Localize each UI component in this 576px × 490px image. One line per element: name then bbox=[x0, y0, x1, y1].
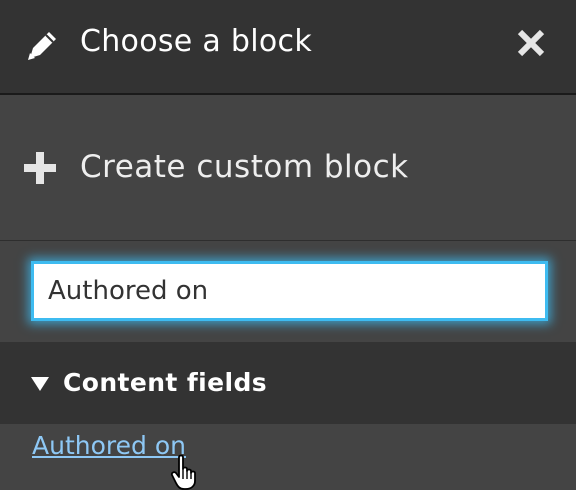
category-label: Content fields bbox=[63, 368, 268, 397]
block-result-authored-on[interactable]: Authored on bbox=[32, 428, 186, 464]
hand-cursor-icon bbox=[170, 454, 196, 490]
category-content-fields[interactable]: Content fields bbox=[0, 342, 576, 424]
block-results-list: Authored on bbox=[0, 424, 576, 490]
pencil-icon bbox=[28, 32, 56, 60]
plus-icon bbox=[24, 152, 56, 184]
close-icon[interactable] bbox=[514, 26, 548, 60]
triangle-down-icon bbox=[31, 377, 49, 391]
block-search-input[interactable] bbox=[31, 261, 548, 321]
tray-title: Choose a block bbox=[80, 24, 313, 59]
create-custom-block-label: Create custom block bbox=[80, 149, 409, 185]
block-chooser-tray: Choose a block Create custom block Conte… bbox=[0, 0, 576, 490]
tray-header: Choose a block bbox=[0, 0, 576, 95]
block-filter bbox=[0, 241, 576, 341]
create-custom-block-link[interactable]: Create custom block bbox=[0, 95, 576, 241]
